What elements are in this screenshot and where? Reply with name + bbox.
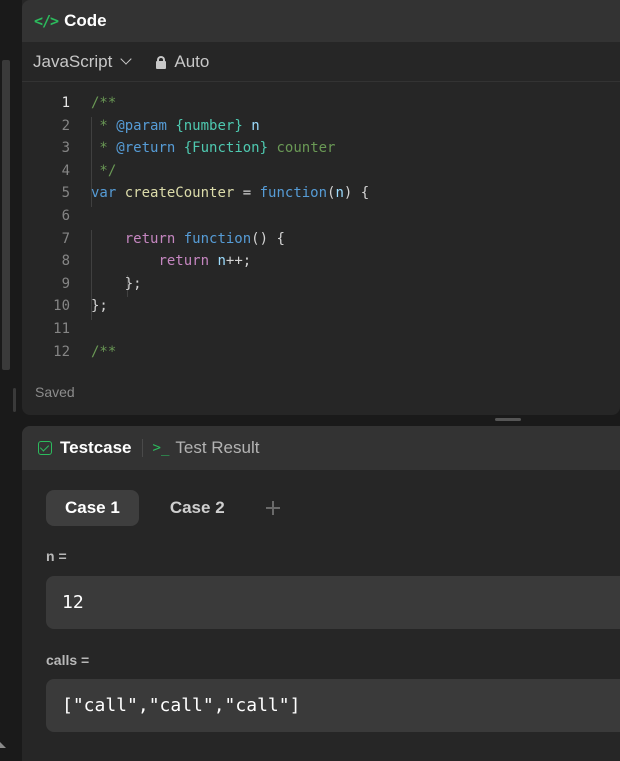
code-line[interactable]: 6 — [22, 205, 620, 228]
line-number: 4 — [61, 162, 70, 179]
line-number: 10 — [53, 298, 70, 315]
left-resize-handle[interactable] — [13, 388, 16, 412]
code-line[interactable]: 5 var createCounter = function(n) { — [22, 182, 620, 207]
code-token: n — [217, 253, 226, 270]
code-token: n — [251, 117, 260, 134]
language-label: JavaScript — [33, 51, 113, 71]
code-token: () { — [251, 230, 285, 247]
terminal-icon: >_ — [152, 440, 170, 456]
code-line[interactable]: 8 return n++; — [22, 250, 620, 275]
code-token: counter — [268, 140, 336, 157]
code-panel-header: </> Code — [22, 0, 620, 42]
code-text: }; — [91, 273, 142, 296]
input-n[interactable]: 12 — [46, 576, 620, 629]
line-number: 5 — [61, 185, 70, 202]
code-token: = — [234, 185, 260, 202]
code-line[interactable]: 4 */ — [22, 160, 620, 185]
code-token: @return — [116, 140, 176, 157]
line-number: 3 — [61, 140, 70, 157]
code-text: return function() { — [91, 228, 285, 251]
code-token: var — [91, 185, 117, 202]
testcase-panel-header: Testcase >_ Test Result — [22, 426, 620, 470]
auto-mode-toggle[interactable]: Auto — [156, 52, 209, 72]
panel-resize-handle[interactable] — [495, 418, 521, 421]
code-text: /** — [91, 341, 116, 364]
code-line[interactable]: 1 /** — [22, 92, 620, 115]
code-token: n — [335, 185, 344, 202]
code-panel: </> Code JavaScript Auto 1 /** 2 * @param … — [22, 0, 620, 415]
code-token: {Function} — [183, 140, 269, 157]
code-token: @param — [116, 117, 167, 134]
field-label-n: n = — [46, 548, 67, 564]
code-token: /** — [91, 343, 117, 360]
code-token: ) { — [343, 185, 370, 202]
tab-testcase[interactable]: Testcase — [60, 438, 132, 458]
case-1-tab[interactable]: Case 1 — [46, 490, 139, 526]
language-select[interactable]: JavaScript — [33, 51, 133, 72]
code-line[interactable]: 3 * @return {Function} counter — [22, 137, 620, 162]
code-text: */ — [91, 160, 116, 183]
code-token: function — [183, 230, 252, 247]
code-token: createCounter — [124, 185, 235, 202]
corner-arrow-icon — [0, 742, 6, 748]
line-number: 7 — [61, 230, 70, 247]
tab-test-result[interactable]: Test Result — [175, 438, 259, 458]
code-text: }; — [91, 295, 108, 318]
line-number: 6 — [61, 207, 70, 224]
code-line[interactable]: 7 return function() { — [22, 228, 620, 253]
save-status: Saved — [35, 384, 75, 400]
code-token: function — [259, 185, 328, 202]
code-token: ++; — [225, 253, 252, 270]
code-token: /** — [91, 95, 117, 111]
checkbox-icon — [38, 441, 52, 455]
case-tabs: Case 1 Case 2 — [46, 490, 280, 526]
line-number: 9 — [61, 275, 70, 292]
code-token: * — [91, 117, 117, 134]
code-token: return — [124, 230, 176, 247]
left-scrollbar[interactable] — [2, 60, 10, 370]
code-line[interactable]: 10}; — [22, 295, 620, 320]
code-line[interactable]: 11 — [22, 318, 620, 341]
code-token: * — [91, 140, 117, 157]
line-number: 2 — [61, 117, 70, 134]
tab-divider — [141, 439, 143, 457]
code-token: {number} — [175, 117, 243, 134]
line-number: 12 — [53, 343, 70, 360]
line-number: 11 — [53, 320, 70, 337]
code-editor[interactable]: 1/** 2 * @param {number} n3 * @return {Fu… — [22, 82, 620, 363]
testcase-panel: Testcase >_ Test Result Case 1 Case 2 n … — [22, 426, 620, 761]
chevron-down-icon — [120, 53, 133, 65]
code-token: }; — [91, 275, 142, 292]
line-number: 8 — [61, 253, 70, 270]
input-calls[interactable]: ["call","call","call"] — [46, 679, 620, 732]
code-token: return — [158, 253, 210, 270]
case-2-tab[interactable]: Case 2 — [151, 490, 244, 526]
code-line[interactable]: 2 * @param {number} n — [22, 115, 620, 140]
add-case-icon[interactable] — [265, 501, 280, 515]
auto-mode-label: Auto — [174, 51, 210, 71]
lock-icon — [156, 55, 167, 69]
code-text: /** — [91, 92, 116, 115]
code-line[interactable]: 12 /** — [22, 341, 620, 364]
code-text: * @return {Function} counter — [91, 137, 335, 160]
code-text: var createCounter = function(n) { — [91, 182, 369, 205]
code-line[interactable]: 9 }; — [22, 273, 620, 298]
code-token: */ — [91, 162, 117, 179]
line-number: 1 — [61, 95, 70, 111]
code-panel-title: Code — [64, 11, 107, 30]
code-text: * @param {number} n — [91, 115, 260, 138]
field-label-calls: calls = — [46, 652, 90, 668]
code-token: }; — [91, 298, 108, 315]
code-toolbar: JavaScript Auto — [22, 42, 620, 82]
code-text: return n++; — [91, 250, 251, 273]
code-icon: </> — [34, 12, 59, 30]
